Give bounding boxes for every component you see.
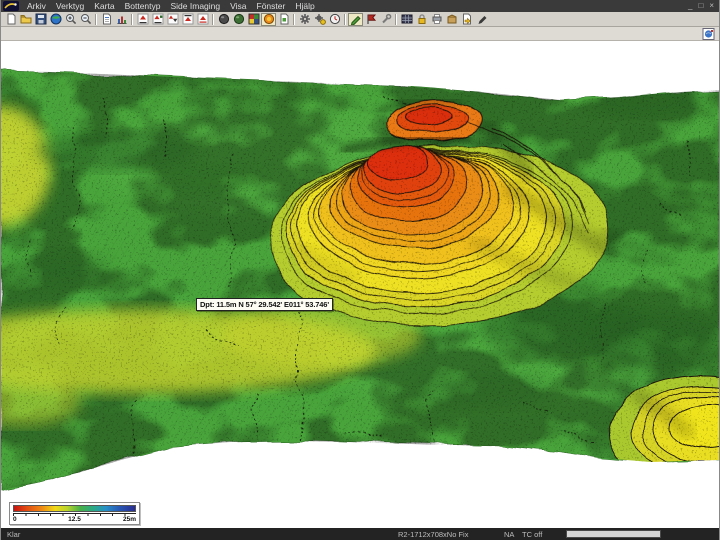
secondary-toolbar (1, 27, 719, 41)
legend-labels: 0 12.5 25m (13, 516, 136, 524)
bar-chart-icon[interactable] (114, 13, 129, 26)
save-icon[interactable] (33, 13, 48, 26)
status-ready-text: Klar (7, 530, 20, 539)
status-tc-text: TC off (522, 530, 542, 539)
waypoint-pair-icon[interactable] (165, 13, 180, 26)
app-logo-icon (3, 1, 19, 11)
toolbar-separator (95, 14, 97, 25)
maximize-button[interactable]: □ (698, 1, 703, 11)
open-folder-icon[interactable] (18, 13, 33, 26)
clock-icon[interactable] (327, 13, 342, 26)
legend-max-label: 25m (123, 516, 136, 523)
depth-tooltip: Dpt: 11.5m N 57° 29.542' E011° 53.746' (196, 298, 333, 311)
legend-mid-label: 12.5 (68, 516, 81, 523)
menu-karta[interactable]: Karta (89, 0, 119, 12)
toolbar-separator (395, 14, 397, 25)
menu-visa[interactable]: Visa (225, 0, 251, 12)
status-record-info: R2-1712x708xNo Fix (398, 530, 468, 539)
waypoint-lower-icon[interactable] (195, 13, 210, 26)
status-gps-text: NA (504, 530, 514, 539)
map-canvas[interactable] (1, 41, 720, 528)
report-icon[interactable] (99, 13, 114, 26)
gear-badge-icon[interactable] (312, 13, 327, 26)
main-toolbar (1, 12, 719, 27)
sonar-orange-icon[interactable] (261, 13, 276, 26)
legend-gradient-bar (13, 505, 136, 512)
menu-bar: Arkiv Verktyg Karta Bottentyp Side Imagi… (1, 0, 719, 12)
waypoint-add-icon[interactable] (150, 13, 165, 26)
printer-icon[interactable] (429, 13, 444, 26)
menu-hjalp[interactable]: Hjälp (290, 0, 319, 12)
map-colors-icon[interactable] (246, 13, 261, 26)
menu-arkiv[interactable]: Arkiv (22, 0, 51, 12)
nav-view-icon[interactable] (701, 27, 716, 40)
package-icon[interactable] (444, 13, 459, 26)
zoom-in-icon[interactable] (63, 13, 78, 26)
toolbar-separator (344, 14, 346, 25)
waypoint-up-icon[interactable] (135, 13, 150, 26)
status-bar: Klar R2-1712x708xNo Fix NA TC off (1, 528, 719, 540)
menu-side-imaging[interactable]: Side Imaging (166, 0, 226, 12)
window-controls: _ □ × (688, 1, 719, 11)
toolbar-separator (131, 14, 133, 25)
menu-bottentyp[interactable]: Bottentyp (120, 0, 166, 12)
pen-icon[interactable] (474, 13, 489, 26)
close-button[interactable]: × (709, 1, 714, 11)
sphere-green-icon[interactable] (231, 13, 246, 26)
application-window: Arkiv Verktyg Karta Bottentyp Side Imagi… (0, 0, 720, 540)
menu-verktyg[interactable]: Verktyg (51, 0, 89, 12)
export-icon[interactable] (459, 13, 474, 26)
terrain (1, 41, 720, 528)
depth-legend: 0 12.5 25m (9, 502, 140, 525)
sphere-dark-icon[interactable] (216, 13, 231, 26)
menu-fonster[interactable]: Fönster (252, 0, 291, 12)
map-viewport: Dpt: 11.5m N 57° 29.542' E011° 53.746' 0… (1, 41, 720, 528)
tools-icon[interactable] (378, 13, 393, 26)
lock-icon[interactable] (414, 13, 429, 26)
gear-icon[interactable] (297, 13, 312, 26)
grid-table-icon[interactable] (399, 13, 414, 26)
world-icon[interactable] (48, 13, 63, 26)
red-flag-icon[interactable] (363, 13, 378, 26)
minimize-button[interactable]: _ (688, 1, 692, 11)
status-progress-panel (566, 530, 661, 538)
zoom-out-icon[interactable] (78, 13, 93, 26)
toolbar-separator (293, 14, 295, 25)
new-file-icon[interactable] (3, 13, 18, 26)
draw-pencil-icon[interactable] (348, 13, 363, 26)
legend-min-label: 0 (13, 516, 17, 523)
toolbar-separator (212, 14, 214, 25)
new-map-icon[interactable] (276, 13, 291, 26)
waypoint-raise-icon[interactable] (180, 13, 195, 26)
